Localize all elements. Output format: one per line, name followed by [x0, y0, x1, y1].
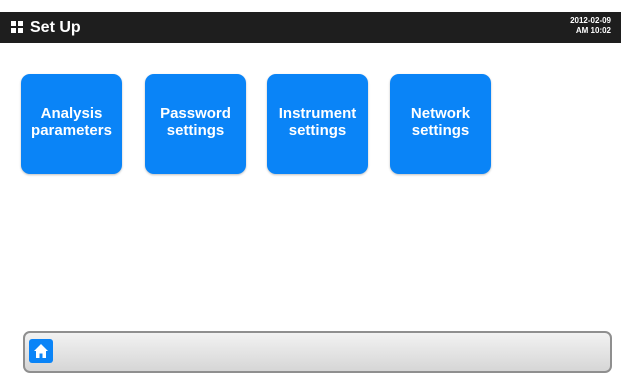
- tile-label-line1: Network: [410, 105, 471, 122]
- home-icon: [34, 344, 48, 358]
- network-settings-button[interactable]: Network settings: [390, 74, 491, 174]
- home-button[interactable]: [29, 339, 53, 363]
- tile-label-line1: Analysis: [40, 105, 103, 122]
- clock: 2012-02-09 AM 10:02: [570, 16, 611, 36]
- analysis-parameters-button[interactable]: Analysis parameters: [21, 74, 122, 174]
- grid-icon: [11, 21, 24, 34]
- tile-label-line1: Password: [160, 105, 231, 122]
- tile-label-line1: Instrument: [278, 105, 357, 122]
- tile-label-line2: settings: [166, 122, 225, 139]
- time-label: AM 10:02: [575, 26, 611, 35]
- tile-label-line2: settings: [288, 122, 347, 139]
- tile-label-line2: parameters: [31, 122, 112, 139]
- date-label: 2012-02-09: [570, 16, 611, 25]
- page-title: Set Up: [30, 19, 81, 36]
- password-settings-button[interactable]: Password settings: [145, 74, 246, 174]
- instrument-settings-button[interactable]: Instrument settings: [267, 74, 368, 174]
- title-bar: Set Up 2012-02-09 AM 10:02: [0, 12, 621, 43]
- tile-label-line2: settings: [411, 122, 470, 139]
